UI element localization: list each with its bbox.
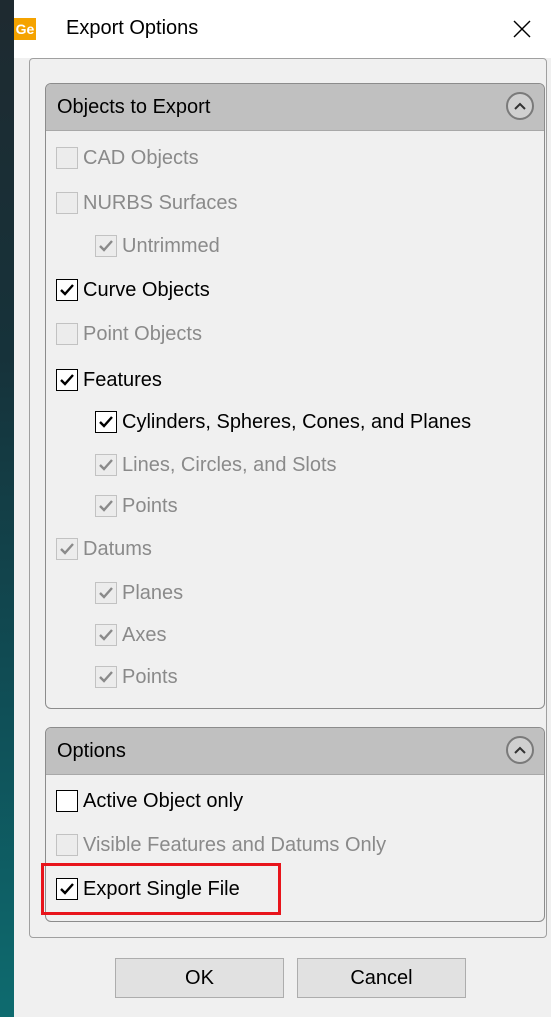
checkbox-box (56, 834, 78, 856)
checkbox-cylinders-spheres-cones-planes[interactable]: Cylinders, Spheres, Cones, and Planes (95, 408, 471, 436)
checkbox-label: Axes (122, 623, 167, 646)
checkbox-box (56, 790, 78, 812)
checkmark-icon (60, 374, 74, 386)
checkbox-label: Features (83, 368, 162, 391)
checkbox-box (56, 192, 78, 214)
checkbox-box (95, 495, 117, 517)
checkbox-box (56, 279, 78, 301)
checkbox-cad-objects[interactable]: CAD Objects (56, 144, 199, 172)
checkbox-datum-points[interactable]: Points (95, 663, 178, 691)
checkbox-untrimmed[interactable]: Untrimmed (95, 232, 220, 260)
title-bar[interactable]: Ge Export Options (14, 0, 551, 58)
checkbox-datum-axes[interactable]: Axes (95, 621, 166, 649)
checkmark-icon (99, 671, 113, 683)
export-options-dialog: Ge Export Options Objects to Export CAD … (14, 0, 551, 1017)
checkmark-icon (60, 543, 74, 555)
checkbox-nurbs-surfaces[interactable]: NURBS Surfaces (56, 189, 238, 217)
highlight-box (41, 863, 281, 915)
checkmark-icon (60, 284, 74, 296)
checkbox-label: Datums (83, 537, 152, 560)
checkbox-curve-objects[interactable]: Curve Objects (56, 276, 210, 304)
checkmark-icon (99, 459, 113, 471)
window-title: Export Options (66, 17, 199, 39)
ok-button[interactable]: OK (115, 958, 284, 998)
checkbox-label: Active Object only (83, 789, 244, 812)
checkmark-icon (99, 500, 113, 512)
checkbox-box (95, 666, 117, 688)
checkbox-label: Planes (122, 581, 184, 604)
checkbox-label: Points (122, 665, 178, 688)
chevron-up-icon (514, 102, 526, 110)
checkbox-box (95, 411, 117, 433)
collapse-objects-button[interactable] (506, 92, 534, 120)
checkbox-label: Curve Objects (83, 278, 210, 301)
checkbox-label: Untrimmed (122, 234, 220, 257)
checkbox-label: Cylinders, Spheres, Cones, and Planes (122, 410, 472, 433)
checkbox-lines-circles-slots[interactable]: Lines, Circles, and Slots (95, 451, 337, 479)
checkbox-datum-planes[interactable]: Planes (95, 579, 183, 607)
checkbox-datums[interactable]: Datums (56, 535, 152, 563)
chevron-up-icon (514, 746, 526, 754)
collapse-options-button[interactable] (506, 736, 534, 764)
checkbox-box (56, 147, 78, 169)
close-button[interactable] (493, 0, 551, 58)
checkbox-box (95, 454, 117, 476)
checkbox-label: CAD Objects (83, 146, 199, 169)
checkmark-icon (99, 629, 113, 641)
checkbox-label: NURBS Surfaces (83, 191, 238, 214)
cancel-button[interactable]: Cancel (297, 958, 466, 998)
checkbox-visible-features-datums-only[interactable]: Visible Features and Datums Only (56, 831, 386, 859)
options-group-title: Options (57, 740, 126, 762)
close-icon (513, 20, 531, 38)
checkbox-features[interactable]: Features (56, 366, 162, 394)
checkbox-label: Points (122, 494, 178, 517)
checkbox-label: Lines, Circles, and Slots (122, 453, 337, 476)
objects-group-header[interactable]: Objects to Export (46, 84, 544, 131)
objects-to-export-group: Objects to Export (45, 83, 545, 709)
checkbox-feature-points[interactable]: Points (95, 492, 178, 520)
objects-group-title: Objects to Export (57, 96, 211, 118)
desktop-background (0, 0, 14, 1017)
app-logo: Ge (14, 18, 36, 40)
checkbox-label: Point Objects (83, 322, 202, 345)
checkbox-box (56, 538, 78, 560)
checkmark-icon (99, 587, 113, 599)
checkbox-box (95, 235, 117, 257)
checkbox-box (95, 624, 117, 646)
checkbox-active-object-only[interactable]: Active Object only (56, 787, 243, 815)
checkbox-point-objects[interactable]: Point Objects (56, 320, 202, 348)
checkbox-box (56, 369, 78, 391)
checkbox-box (56, 323, 78, 345)
checkmark-icon (99, 416, 113, 428)
checkbox-box (95, 582, 117, 604)
checkbox-label: Visible Features and Datums Only (83, 833, 387, 856)
options-group-header[interactable]: Options (46, 728, 544, 775)
checkmark-icon (99, 240, 113, 252)
